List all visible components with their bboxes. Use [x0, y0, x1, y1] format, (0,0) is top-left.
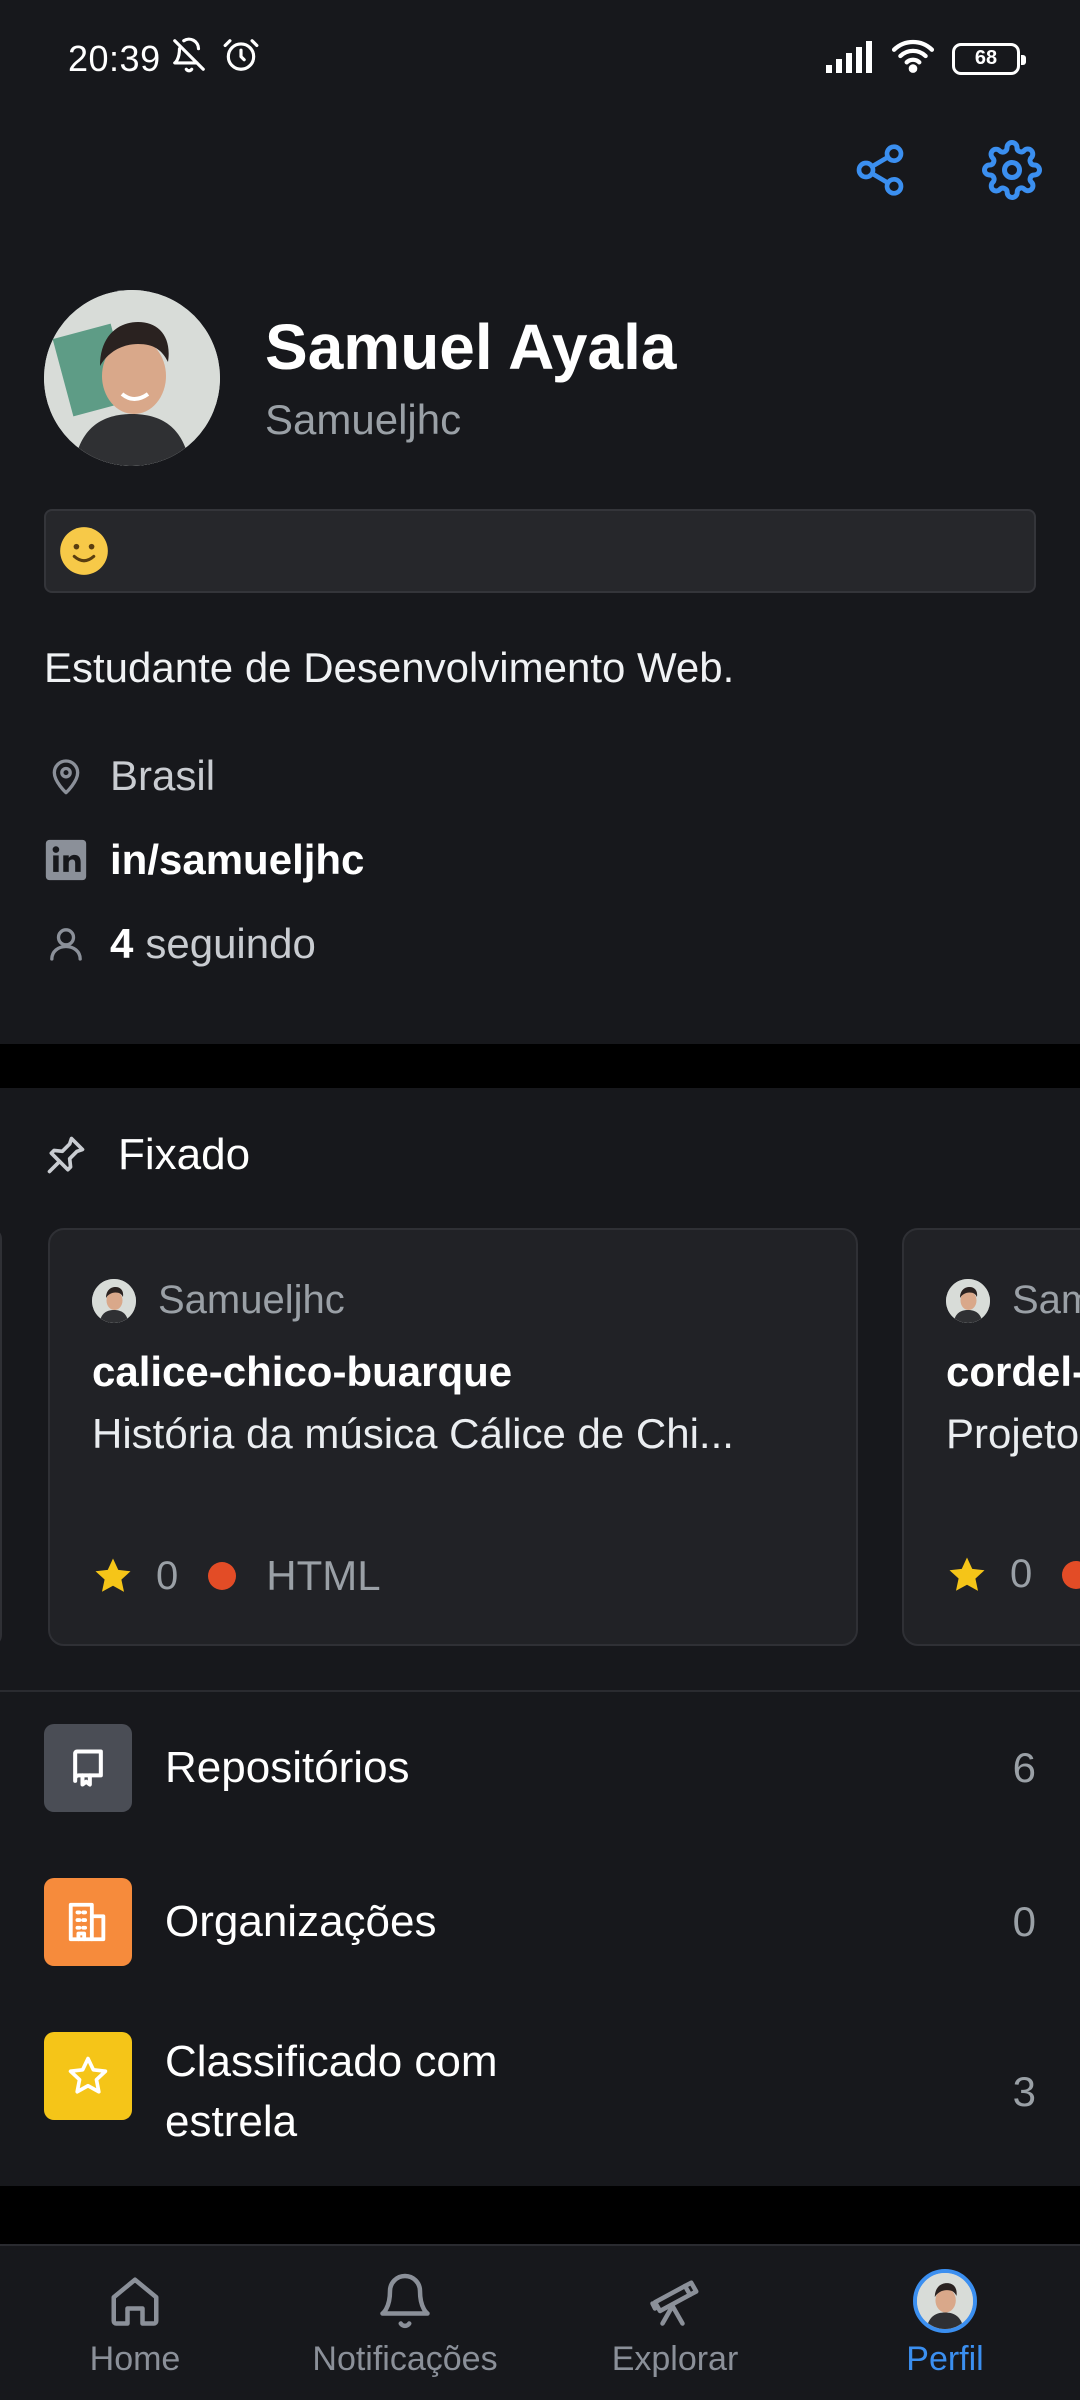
language-color-dot [1062, 1560, 1080, 1589]
avatar [913, 2269, 977, 2333]
linkedin-icon [44, 838, 88, 882]
menu-item-starred[interactable]: Classificado com estrela 3 [0, 2032, 1080, 2152]
status-left-icons [170, 36, 260, 79]
nav-label: Notificações [312, 2340, 498, 2378]
avatar [946, 1278, 990, 1323]
following-row[interactable]: 4 seguindo [44, 920, 316, 968]
card-description: Projeto [946, 1410, 1080, 1457]
card-owner: Sam [946, 1278, 1080, 1323]
nav-home[interactable]: Home [0, 2246, 270, 2400]
share-button[interactable] [850, 140, 910, 200]
pinned-header: Fixado [44, 1130, 250, 1180]
nav-avatar-wrap [910, 2268, 980, 2334]
star-icon [95, 1558, 131, 1592]
menu-count: 0 [1012, 1898, 1036, 1945]
linkedin-link[interactable]: in/samueljhc [110, 836, 364, 884]
share-icon [856, 144, 904, 196]
bell-off-icon [170, 36, 208, 79]
language-color-dot [208, 1562, 237, 1590]
bottom-navigation: Home Notificações Explorar Perfil [0, 2244, 1080, 2400]
alarm-icon [222, 36, 260, 79]
menu-label: Organizações [165, 1897, 437, 1946]
card-owner: Samueljhc [92, 1278, 345, 1323]
organization-icon [44, 1878, 132, 1966]
nav-explore[interactable]: Explorar [540, 2246, 810, 2400]
card-owner-name: Samueljhc [158, 1278, 345, 1322]
menu-item-repositories[interactable]: Repositórios 6 [0, 1724, 1080, 1812]
card-owner-name: Sam [1012, 1278, 1080, 1322]
menu-label-line: Classificado com [165, 2037, 498, 2086]
card-language: HTML [266, 1552, 381, 1599]
pinned-card[interactable]: Sam cordel- Projeto 0 [902, 1228, 1080, 1646]
menu-item-organizations[interactable]: Organizações 0 [0, 1878, 1080, 1966]
telescope-icon [640, 2268, 710, 2334]
location-text: Brasil [110, 752, 216, 799]
following-label: seguindo [145, 920, 316, 967]
menu-label-line: estrela [165, 2097, 298, 2146]
signal-icon [824, 39, 874, 78]
home-icon [100, 2268, 170, 2334]
wifi-icon [890, 38, 936, 79]
nav-profile[interactable]: Perfil [810, 2246, 1080, 2400]
avatar [92, 1278, 136, 1323]
card-description: História da música Cálice de Chi... [92, 1410, 734, 1457]
avatar[interactable] [44, 290, 220, 466]
gear-icon [982, 140, 1042, 200]
status-right-icons: 68 [824, 38, 1026, 79]
menu-count: 6 [1012, 1744, 1036, 1791]
pinned-title: Fixado [118, 1130, 251, 1179]
star-icon [44, 2032, 132, 2120]
menu-label: Classificado com estrela [165, 2032, 498, 2152]
profile-login: Samueljhc [265, 396, 462, 443]
star-icon [949, 1557, 985, 1591]
nav-label: Home [89, 2340, 181, 2378]
nav-label: Perfil [906, 2340, 984, 2378]
battery-level: 68 [974, 47, 998, 69]
top-actions [850, 140, 1042, 200]
profile-bio: Estudante de Desenvolvimento Web. [44, 644, 735, 691]
card-stars: 0 [1010, 1552, 1033, 1596]
screen: 20:39 68 Samuel Ayala Samueljhc Estudant… [0, 0, 1080, 2400]
pinned-card[interactable]: Samueljhc calice-chico-buarque História … [48, 1228, 858, 1646]
pinned-section: Fixado Samueljhc calice-chico-buarque Hi… [0, 1088, 1080, 2186]
profile-name: Samuel Ayala [265, 311, 677, 383]
pin-icon [47, 1136, 85, 1174]
person-icon [44, 922, 88, 966]
card-meta: 0 HTML [92, 1552, 381, 1600]
card-stars: 0 [156, 1553, 179, 1598]
card-repo-name: calice-chico-buarque [92, 1348, 513, 1395]
battery-icon: 68 [952, 42, 1026, 75]
location-row: Brasil [44, 752, 215, 800]
nav-label: Explorar [611, 2340, 739, 2378]
menu-count: 3 [1012, 2068, 1036, 2115]
following-count: 4 [110, 920, 134, 967]
repo-icon [44, 1724, 132, 1812]
profile-section: Samuel Ayala Samueljhc Estudante de Dese… [0, 118, 1080, 1044]
status-bar: 20:39 68 [0, 0, 1080, 118]
linkedin-row[interactable]: in/samueljhc [44, 836, 364, 884]
pinned-card-previous[interactable] [0, 1228, 2, 1646]
menu-label: Repositórios [165, 1743, 410, 1792]
location-icon [44, 754, 88, 798]
divider [0, 1690, 1080, 1692]
smiley-icon [60, 527, 108, 575]
settings-button[interactable] [982, 140, 1042, 200]
status-time: 20:39 [68, 38, 161, 79]
card-repo-name: cordel- [946, 1348, 1080, 1395]
nav-notifications[interactable]: Notificações [270, 2246, 540, 2400]
status-field[interactable] [44, 509, 1036, 593]
card-meta: 0 [946, 1552, 1080, 1597]
bell-icon [370, 2268, 440, 2334]
